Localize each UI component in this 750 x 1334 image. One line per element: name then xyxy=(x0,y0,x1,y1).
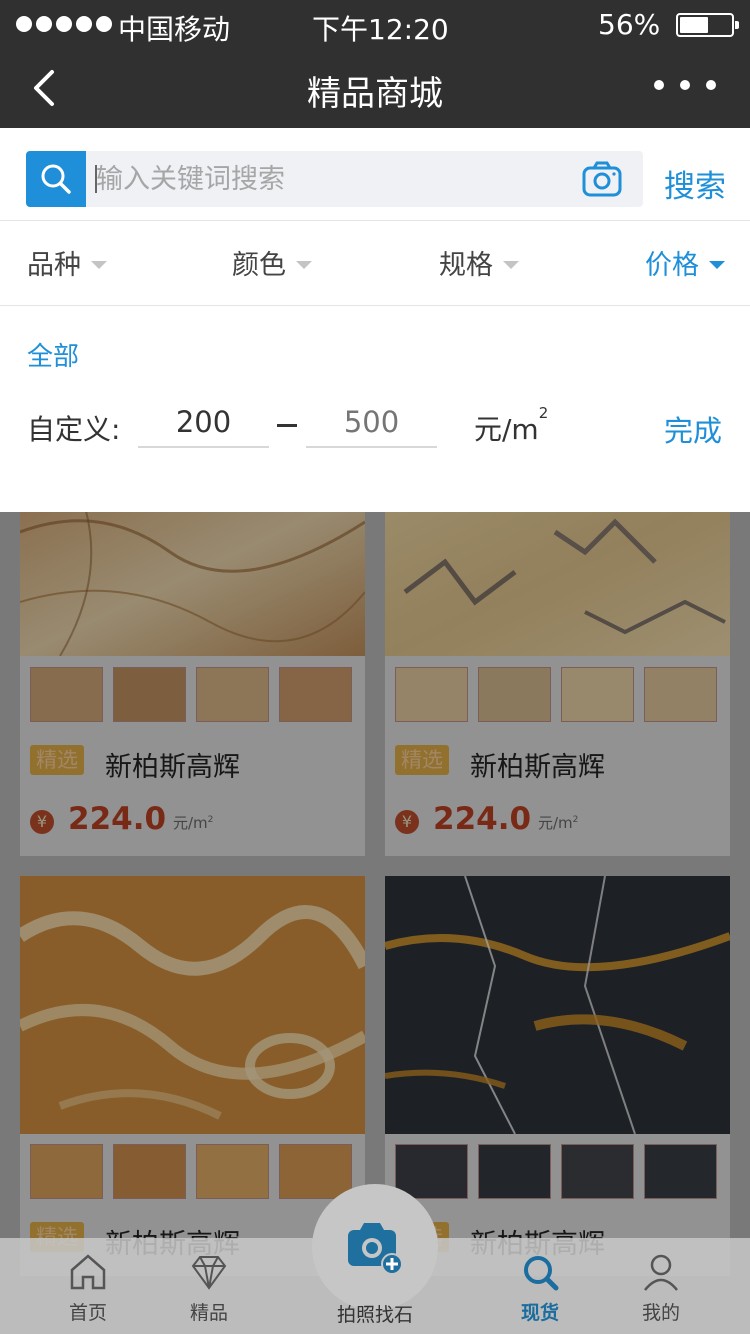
search-input[interactable] xyxy=(96,151,566,207)
tab-label: 现货 xyxy=(520,1302,559,1324)
filter-label: 品种 xyxy=(27,250,81,281)
filter-variety[interactable]: 品种 xyxy=(27,243,107,282)
custom-range-label: 自定义: xyxy=(27,413,121,446)
status-time: 下午12:20 xyxy=(312,13,449,46)
filter-price[interactable]: 价格 xyxy=(645,243,725,282)
search-icon xyxy=(524,1256,559,1291)
search-icon[interactable] xyxy=(26,151,86,207)
more-icon[interactable] xyxy=(654,80,716,94)
caret-down-icon xyxy=(91,260,107,269)
caret-down-icon xyxy=(296,260,312,269)
filter-color[interactable]: 颜色 xyxy=(232,243,312,282)
tab-profile[interactable]: 我的 xyxy=(601,1238,721,1334)
caret-down-icon xyxy=(503,260,519,269)
battery-percent: 56% xyxy=(598,8,661,41)
price-max-input[interactable] xyxy=(306,398,437,448)
photo-search-button[interactable] xyxy=(312,1184,438,1310)
top-bar: 中国移动 下午12:20 56% 精品商城 xyxy=(0,0,750,128)
status-bar: 中国移动 下午12:20 56% xyxy=(0,0,750,50)
search-bar: 搜索 xyxy=(0,128,750,220)
page-title: 精品商城 xyxy=(307,74,443,114)
tab-stock[interactable]: 现货 xyxy=(480,1238,600,1334)
tab-label: 首页 xyxy=(68,1302,107,1324)
price-unit: 元/m2 xyxy=(474,404,549,446)
camera-search-icon[interactable] xyxy=(582,161,622,197)
done-button[interactable]: 完成 xyxy=(664,408,722,450)
tab-home[interactable]: 首页 xyxy=(28,1238,148,1334)
battery-icon xyxy=(676,13,739,37)
search-button[interactable]: 搜索 xyxy=(664,161,726,206)
user-icon xyxy=(644,1254,678,1291)
carrier-name: 中国移动 xyxy=(118,13,231,46)
filter-label: 规格 xyxy=(439,250,493,281)
tab-label-photo-search[interactable]: 拍照找石 xyxy=(315,1300,435,1327)
filter-bar: 品种 颜色 规格 价格 xyxy=(0,220,750,306)
home-icon xyxy=(70,1254,106,1290)
tab-label: 精品 xyxy=(189,1302,228,1324)
range-dash xyxy=(277,424,297,427)
tab-label: 我的 xyxy=(641,1302,680,1324)
filter-spec[interactable]: 规格 xyxy=(439,243,519,282)
tab-featured[interactable]: 精品 xyxy=(149,1238,269,1334)
filter-label: 颜色 xyxy=(232,250,286,281)
caret-down-icon xyxy=(709,260,725,269)
filter-label: 价格 xyxy=(645,250,699,281)
camera-icon xyxy=(348,1223,403,1275)
search-box xyxy=(26,151,643,207)
text-cursor xyxy=(95,165,97,193)
price-min-input[interactable] xyxy=(138,398,269,448)
price-all-option[interactable]: 全部 xyxy=(27,336,79,373)
signal-icon xyxy=(16,16,112,32)
diamond-icon xyxy=(191,1256,227,1290)
price-filter-panel: 全部 自定义: 元/m2 完成 xyxy=(0,306,750,512)
